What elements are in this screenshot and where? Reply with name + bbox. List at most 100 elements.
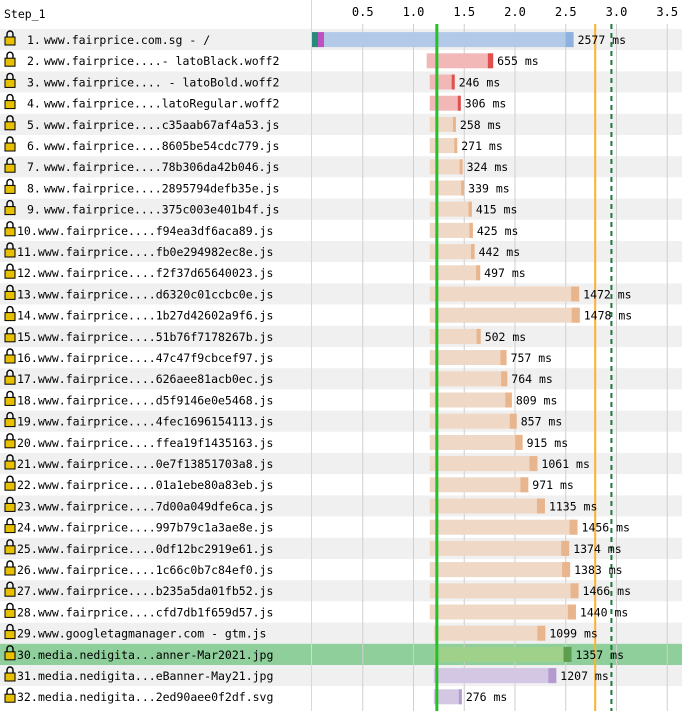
duration-label: 2577 ms <box>578 33 626 47</box>
request-url: www.fairprice.com.sg - / <box>44 33 210 47</box>
duration-label: 1440 ms <box>580 605 628 619</box>
request-bar-download <box>459 159 463 175</box>
request-label-row: 28. www.fairprice....cfd7db1f659d57.js <box>4 602 273 619</box>
request-label-row: 13. www.fairprice....d6320c01ccbc0e.js <box>4 284 273 301</box>
tick-label: 0.5 <box>352 5 374 19</box>
request-bar <box>429 307 580 323</box>
request-label-row: 8. www.fairprice....2895794defb35e.js <box>4 178 279 195</box>
lock-icon <box>4 248 16 258</box>
request-label-row: 29. www.googletagmanager.com - gtm.js <box>4 623 266 641</box>
request-bar-download <box>469 222 473 238</box>
request-bar-download <box>529 456 538 472</box>
duration-label: 655 ms <box>497 54 539 68</box>
request-url: www.fairprice....f2f37d65640023.js <box>38 266 273 280</box>
request-bar <box>429 138 458 154</box>
request-bar-download <box>457 95 461 111</box>
request-url: www.fairprice....01a1ebe80a83eb.js <box>38 478 273 492</box>
request-bar <box>429 286 580 302</box>
request-bar <box>429 498 545 514</box>
request-number: 22. <box>17 478 38 492</box>
request-number: 14. <box>17 309 38 323</box>
request-number: 27. <box>17 584 38 598</box>
request-bar <box>429 159 463 175</box>
request-url: www.fairprice....0df12bc2919e61.js <box>38 542 273 556</box>
lock-icon <box>4 587 16 597</box>
request-label-row: 25. www.fairprice....0df12bc2919e61.js <box>4 539 273 556</box>
request-label-row: 20. www.fairprice....ffea19f1435163.js <box>4 433 273 450</box>
duration-label: 271 ms <box>461 139 503 153</box>
lock-icon <box>4 439 16 449</box>
request-bar-download <box>520 477 529 493</box>
request-number: 19. <box>17 415 38 429</box>
duration-label: 809 ms <box>516 393 558 407</box>
request-url: www.fairprice....- latoBlack.woff2 <box>44 54 279 68</box>
duration-label: 915 ms <box>527 436 569 450</box>
request-number: 21. <box>17 457 38 471</box>
request-bar-download <box>571 286 580 302</box>
request-bar <box>429 95 461 111</box>
duration-label: 246 ms <box>459 75 501 89</box>
request-bar <box>429 371 508 387</box>
request-label-row: 27. www.fairprice....b235a5da01fb52.js <box>4 581 273 598</box>
request-url: www.fairprice....fb0e294982ec8e.js <box>38 245 273 259</box>
lock-icon <box>4 502 16 512</box>
request-url: www.fairprice....1b27d42602a9f6.js <box>38 309 273 323</box>
request-bar <box>429 583 579 599</box>
lock-icon <box>4 290 16 300</box>
request-bar-download <box>505 392 512 408</box>
request-url: www.fairprice....0e7f13851703a8.js <box>38 457 273 471</box>
request-number: 31. <box>17 669 38 683</box>
lock-icon <box>4 354 16 364</box>
request-label-row: 30. media.nedigita...anner-Mar2021.jpg <box>4 645 273 662</box>
request-label-row: 1. www.fairprice.com.sg - / <box>4 30 210 47</box>
request-bar <box>433 668 557 684</box>
tick-label: 3.5 <box>656 5 678 19</box>
request-label-row: 24. www.fairprice....997b79c1a3ae8e.js <box>4 517 273 535</box>
request-url: www.fairprice....d6320c01ccbc0e.js <box>38 287 273 301</box>
request-number: 24. <box>17 521 38 535</box>
request-bar-download <box>458 689 462 705</box>
request-bar <box>429 74 455 90</box>
request-number: 2. <box>27 54 41 68</box>
request-bar-download <box>500 350 507 366</box>
request-label-row: 22. www.fairprice....01a1ebe80a83eb.js <box>4 475 273 492</box>
request-url: www.fairprice....f94ea3df6aca89.js <box>38 224 273 238</box>
duration-label: 502 ms <box>485 330 527 344</box>
request-bar-download <box>571 307 580 323</box>
request-bar-download <box>476 265 481 281</box>
request-label-row: 17. www.fairprice....626aee81acb0ec.js <box>4 369 273 386</box>
request-url: www.fairprice....626aee81acb0ec.js <box>38 372 273 386</box>
request-number: 23. <box>17 499 38 513</box>
request-number: 13. <box>17 287 38 301</box>
request-bar-download <box>454 138 458 154</box>
request-number: 3. <box>27 75 41 89</box>
request-bar-download <box>476 328 481 344</box>
request-label-row: 12. www.fairprice....f2f37d65640023.js <box>4 263 273 280</box>
duration-label: 415 ms <box>476 203 518 217</box>
request-url: www.fairprice....51b76f7178267b.js <box>38 330 273 344</box>
request-bar-ssl <box>318 32 324 48</box>
request-number: 8. <box>27 181 41 195</box>
duration-label: 857 ms <box>521 415 563 429</box>
lock-icon <box>4 481 16 491</box>
request-label-row: 2. www.fairprice....- latoBlack.woff2 <box>4 51 279 68</box>
request-bar-download <box>537 625 546 641</box>
lock-icon <box>4 78 16 88</box>
request-url: www.fairprice....1c66c0b7c84ef0.js <box>38 563 273 577</box>
lock-icon <box>4 333 16 343</box>
request-number: 7. <box>27 160 41 174</box>
duration-label: 1207 ms <box>560 669 608 683</box>
request-number: 18. <box>17 393 38 407</box>
request-number: 6. <box>27 139 41 153</box>
duration-label: 1099 ms <box>549 627 597 641</box>
duration-label: 1383 ms <box>574 563 622 577</box>
request-label-row: 31. media.nedigita...eBanner-May21.jpg <box>4 666 273 683</box>
step-label: Step_1 <box>4 7 46 21</box>
request-label-row: 32. media.nedigita...2ed90aee0f2df.svg <box>4 687 273 704</box>
lock-icon <box>4 418 16 428</box>
request-number: 25. <box>17 542 38 556</box>
request-bar-download <box>468 201 472 217</box>
request-label-row: 23. www.fairprice....7d00a049dfe6ca.js <box>4 496 273 513</box>
request-number: 9. <box>27 203 41 217</box>
request-label-row: 18. www.fairprice....d5f9146e0e5468.js <box>4 390 273 407</box>
